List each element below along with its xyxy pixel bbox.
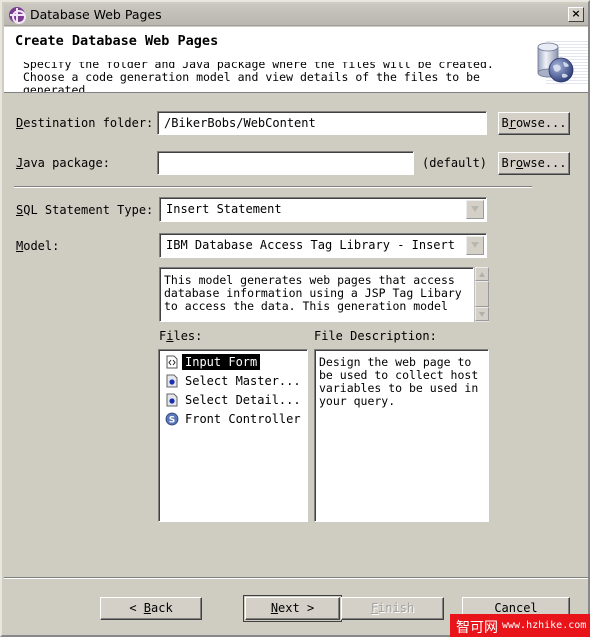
- window-title: Database Web Pages: [30, 7, 162, 22]
- jsp-file-icon: [166, 393, 178, 407]
- database-globe-icon: [537, 42, 574, 83]
- chevron-down-icon[interactable]: [466, 200, 484, 219]
- back-button[interactable]: < Back: [100, 597, 202, 620]
- java-package-input[interactable]: [157, 151, 414, 175]
- jsp-file-icon: [166, 374, 178, 388]
- model-description-scrollbar[interactable]: [474, 267, 489, 322]
- file-description-label: File Description:: [314, 329, 437, 343]
- html-file-icon: [166, 355, 178, 369]
- page-title: Create Database Web Pages: [15, 33, 219, 49]
- sql-statement-type-dropdown[interactable]: Insert Statement: [159, 197, 487, 222]
- destination-folder-input[interactable]: /BikerBobs/WebContent: [157, 111, 487, 135]
- model-value: IBM Database Access Tag Library - Insert…: [166, 238, 462, 252]
- app-icon: [9, 7, 26, 24]
- file-description-text[interactable]: Design the web page to be used to collec…: [314, 349, 489, 522]
- wizard-banner: Create Database Web Pages Specify the fo…: [4, 27, 588, 93]
- page-description: Specify the folder and Java package wher…: [23, 62, 494, 93]
- close-button[interactable]: ×: [568, 7, 584, 22]
- watermark-url: www.hzhike.com: [502, 620, 587, 631]
- sql-statement-type-value: Insert Statement: [166, 202, 282, 216]
- dialog-window: Database Web Pages × Create Database Web…: [0, 0, 590, 637]
- watermark-banner: 智可网 www.hzhike.com: [450, 614, 590, 637]
- java-package-label: Java package:: [16, 156, 110, 170]
- files-list[interactable]: Input Form Select Master... Select Detai…: [158, 349, 308, 522]
- model-label: Model:: [16, 239, 60, 253]
- servlet-icon: S: [165, 412, 179, 426]
- scroll-up-button[interactable]: [475, 267, 489, 281]
- destination-folder-label: Destination folder:: [16, 116, 154, 130]
- files-label: Files:: [159, 329, 203, 343]
- watermark-cn-text: 智可网: [456, 620, 498, 636]
- svg-text:S: S: [169, 416, 175, 426]
- title-bar: Database Web Pages ×: [4, 4, 588, 26]
- destination-browse-button[interactable]: Browse...: [498, 112, 570, 135]
- java-package-browse-button[interactable]: Browse...: [498, 152, 570, 175]
- separator: [14, 186, 532, 188]
- sql-statement-type-label: SQL Statement Type:: [16, 203, 154, 217]
- model-dropdown[interactable]: IBM Database Access Tag Library - Insert…: [159, 233, 487, 258]
- button-bar-separator: [4, 577, 588, 579]
- next-button[interactable]: Next >: [243, 595, 342, 622]
- scroll-down-button[interactable]: [475, 307, 489, 321]
- scroll-thumb[interactable]: [475, 281, 489, 307]
- chevron-down-icon[interactable]: [466, 236, 484, 255]
- default-package-hint: (default): [422, 156, 488, 170]
- model-description[interactable]: This model generates web pages that acce…: [159, 267, 474, 322]
- finish-button: Finish: [341, 597, 444, 620]
